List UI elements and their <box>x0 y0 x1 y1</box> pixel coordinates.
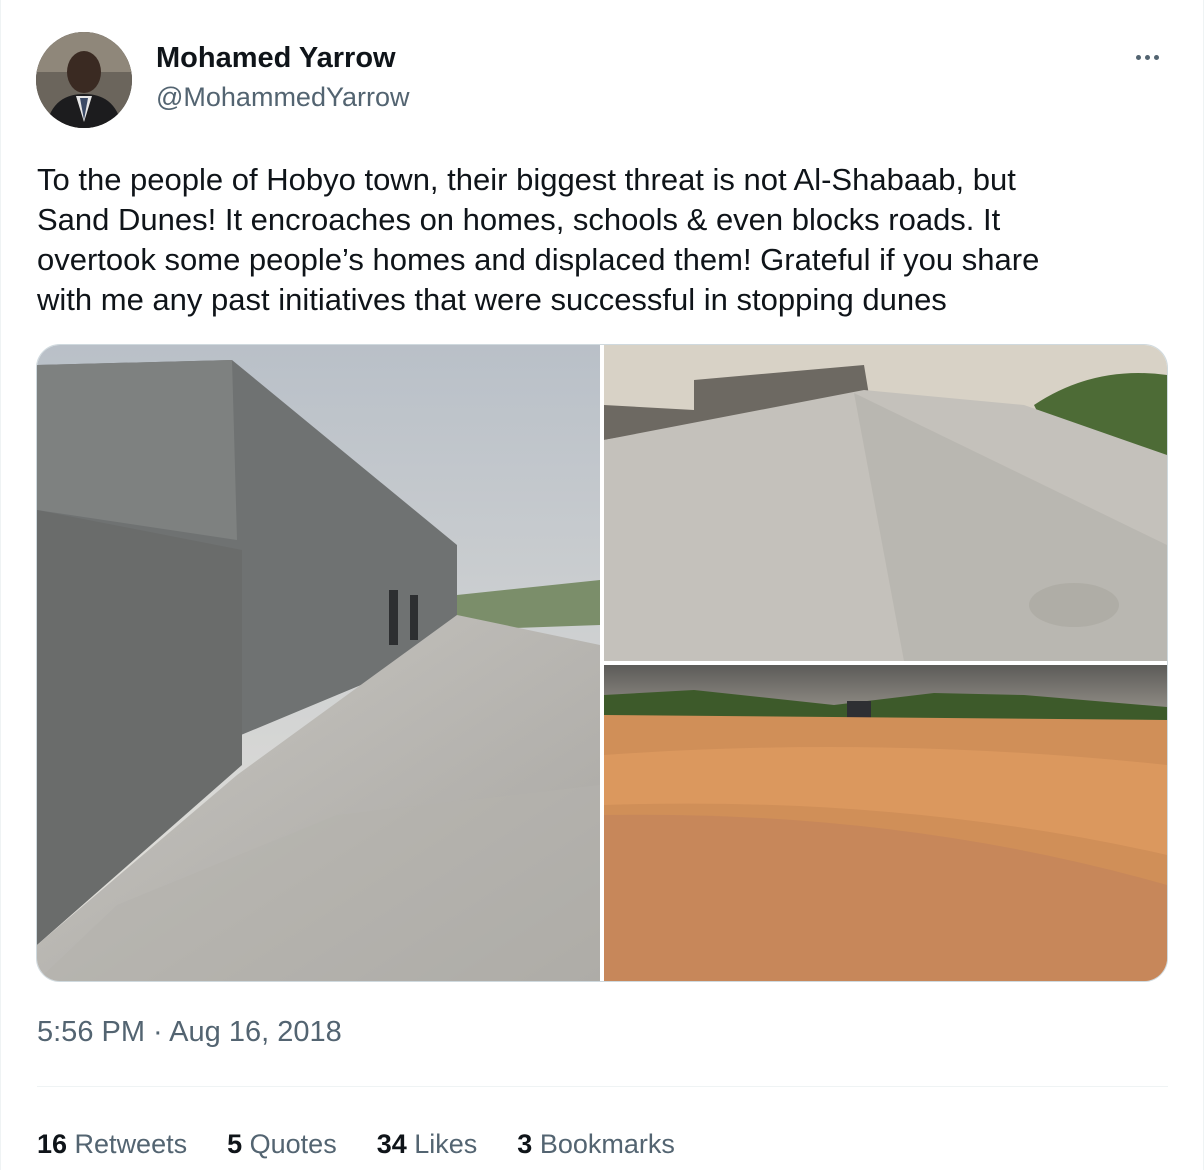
author-name[interactable]: Mohamed Yarrow <box>156 42 396 75</box>
bookmarks-label: Bookmarks <box>539 1128 675 1159</box>
photo-orange-dune-image <box>604 665 1167 981</box>
tweet-timestamp[interactable]: 5:56 PM · Aug 16, 2018 <box>37 1016 342 1049</box>
tweet-text: To the people of Hobyo town, their bigge… <box>37 162 1040 317</box>
photo-orange-dune[interactable] <box>604 665 1167 981</box>
author-handle[interactable]: @MohammedYarrow <box>156 82 409 113</box>
likes-count: 34 <box>376 1128 415 1159</box>
bookmarks-stat[interactable]: 3 Bookmarks <box>517 1129 675 1160</box>
dot <box>1144 54 1150 60</box>
avatar-photo <box>36 32 132 128</box>
tweet-card: Mohamed Yarrow @MohammedYarrow To the pe… <box>0 0 1204 1170</box>
likes-label: Likes <box>414 1128 478 1159</box>
quotes-stat[interactable]: 5 Quotes <box>227 1129 337 1160</box>
quotes-label: Quotes <box>249 1128 337 1159</box>
dot <box>1135 54 1141 60</box>
quotes-count: 5 <box>227 1128 250 1159</box>
dot <box>1153 54 1159 60</box>
more-options-icon[interactable] <box>1125 44 1169 70</box>
engagement-stats: 16 Retweets 5 Quotes 34 Likes 3 Bookmark… <box>37 1124 715 1164</box>
divider <box>37 1086 1168 1087</box>
likes-stat[interactable]: 34 Likes <box>377 1129 478 1160</box>
retweets-label: Retweets <box>74 1128 188 1159</box>
retweets-count: 16 <box>37 1128 75 1159</box>
photo-dune-stone-wall-image <box>604 345 1167 661</box>
photo-wall-dune[interactable] <box>37 345 600 981</box>
bookmarks-count: 3 <box>517 1128 540 1159</box>
photo-wall-dune-image <box>37 345 600 981</box>
avatar[interactable] <box>36 32 132 128</box>
retweets-stat[interactable]: 16 Retweets <box>37 1129 187 1160</box>
media-grid <box>36 344 1168 982</box>
photo-dune-stone-wall[interactable] <box>604 345 1167 661</box>
